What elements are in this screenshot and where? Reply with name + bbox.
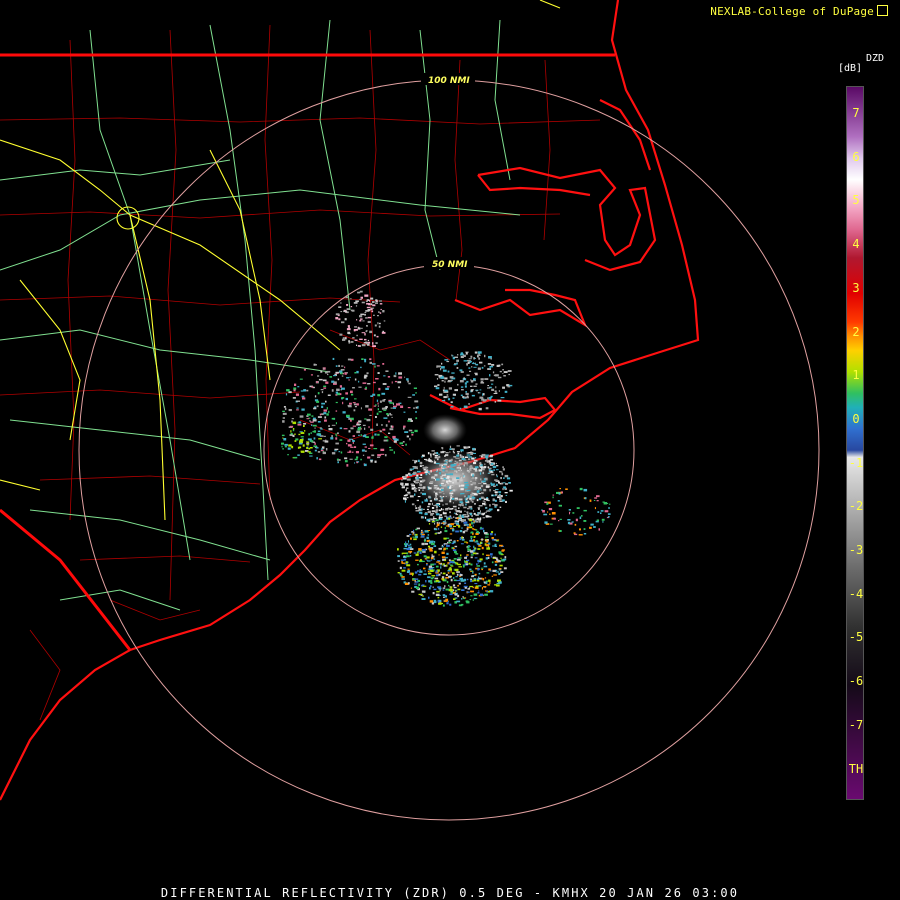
colorbar-product: DZD <box>866 53 885 64</box>
colorbar-tick: -4 <box>848 586 864 601</box>
colorbar-tick: -5 <box>848 630 864 645</box>
range-rings <box>78 79 820 821</box>
colorbar-tick: -7 <box>848 717 864 732</box>
nexlab-logo-icon <box>877 5 888 16</box>
radar-echoes <box>281 290 611 607</box>
county-lines <box>0 24 601 721</box>
ring-label-50: 50 NMI <box>432 260 468 270</box>
colorbar-tick: 6 <box>852 149 860 164</box>
colorbar-tick: 7 <box>852 106 860 120</box>
colorbar-tick: 5 <box>852 193 860 208</box>
interstates <box>0 0 561 521</box>
colorbar-tick: 1 <box>852 368 860 383</box>
colorbar-tick: 0 <box>852 411 860 426</box>
highways <box>0 19 521 611</box>
product-caption: DIFFERENTIAL REFLECTIVITY (ZDR) 0.5 DEG … <box>160 886 740 900</box>
radar-map: 50 NMI 100 NMI <box>0 0 820 821</box>
colorbar-tick: 2 <box>852 324 860 339</box>
colorbar-tick: 3 <box>852 280 860 295</box>
colorbar-tick: 4 <box>852 237 860 252</box>
ring-label-100: 100 NMI <box>428 76 470 86</box>
credit-text: NEXLAB-College of DuPage <box>710 5 874 18</box>
colorbar-tick: -2 <box>848 499 864 514</box>
colorbar-tick: -3 <box>848 543 864 557</box>
colorbar-tick: TH <box>848 761 864 776</box>
credit-label: NEXLAB-College of DuPage <box>710 4 888 18</box>
colorbar-tick: -6 <box>848 674 864 689</box>
colorbar-unit: [dB] <box>838 63 863 74</box>
ring-100nmi <box>78 79 820 821</box>
colorbar-tick: -1 <box>848 455 864 470</box>
